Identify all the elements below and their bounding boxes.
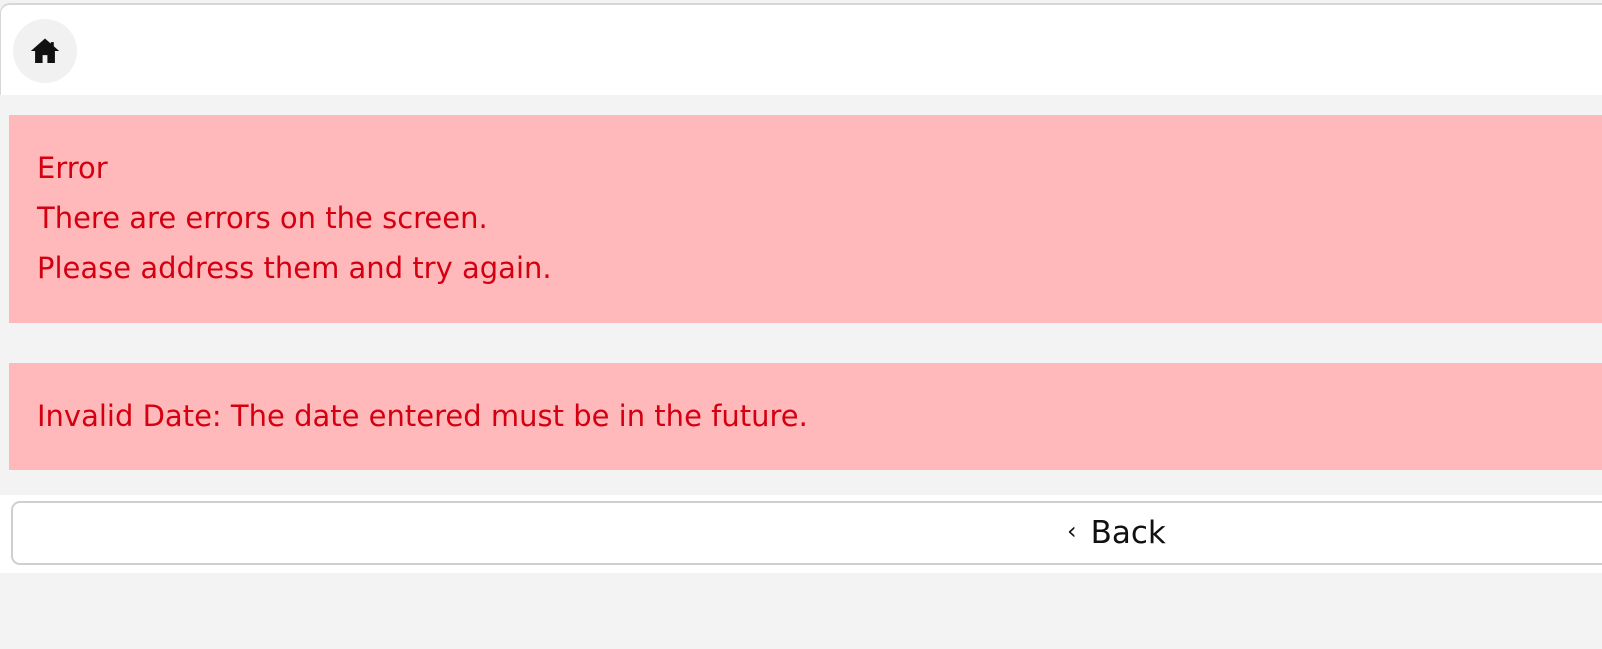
error-page: Error There are errors on the screen. Pl… bbox=[0, 0, 1602, 649]
top-navigation-bar bbox=[0, 3, 1602, 95]
invalid-date-alert: Invalid Date: The date entered must be i… bbox=[9, 363, 1602, 470]
invalid-date-message: Invalid Date: The date entered must be i… bbox=[37, 399, 808, 433]
home-button[interactable] bbox=[13, 19, 77, 83]
error-summary-line-2: Please address them and try again. bbox=[37, 251, 552, 285]
error-summary-line-1: There are errors on the screen. bbox=[37, 201, 488, 235]
chevron-left-icon: ‹ bbox=[1067, 517, 1077, 545]
back-button[interactable]: ‹ Back bbox=[11, 501, 1602, 565]
back-button-label: Back bbox=[1090, 515, 1166, 551]
main-content: Error There are errors on the screen. Pl… bbox=[0, 95, 1602, 495]
back-button-content: ‹ Back bbox=[1067, 503, 1166, 563]
footer-actions: ‹ Back bbox=[0, 495, 1602, 573]
error-summary-alert: Error There are errors on the screen. Pl… bbox=[9, 115, 1602, 323]
home-icon bbox=[28, 34, 62, 68]
error-title: Error bbox=[37, 151, 108, 185]
